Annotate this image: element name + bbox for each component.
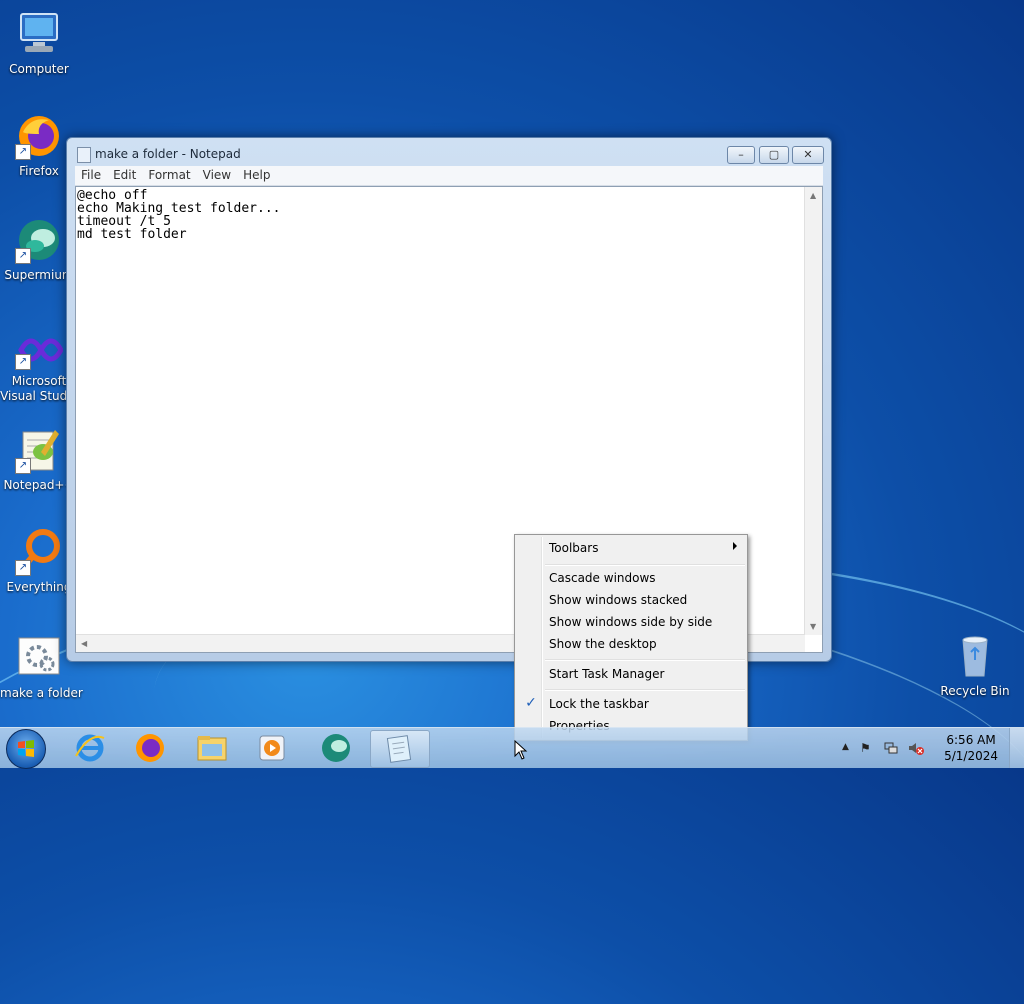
checkmark-icon: ✓ <box>525 695 537 711</box>
desktop-icon-computer[interactable]: Computer <box>0 10 78 77</box>
start-button[interactable] <box>6 729 46 769</box>
system-tray: ▲ ⚑ 6:56 AM 5/1/2024 <box>834 728 1024 768</box>
menu-item-label: Cascade windows <box>549 571 656 585</box>
shortcut-arrow-icon: ↗ <box>15 354 31 370</box>
menu-item-show-windows-side-by-side[interactable]: Show windows side by side <box>517 611 745 633</box>
everything-icon: ↗ <box>15 528 63 576</box>
taskbar-firefox[interactable] <box>122 730 178 766</box>
visual-studio-icon: ↗ <box>15 330 64 370</box>
menu-item-label: Show windows stacked <box>549 593 688 607</box>
minimize-button[interactable]: – <box>727 146 755 164</box>
menu-item-cascade-windows[interactable]: Cascade windows <box>517 567 745 589</box>
action-center-flag-icon[interactable]: ⚑ <box>860 741 874 755</box>
firefox-icon <box>136 734 164 762</box>
scroll-up-icon[interactable]: ▲ <box>810 191 816 200</box>
submenu-arrow-icon <box>733 542 737 550</box>
media-player-icon <box>259 735 285 761</box>
network-icon[interactable] <box>884 741 898 755</box>
clock-date: 5/1/2024 <box>944 749 998 763</box>
show-desktop-button[interactable] <box>1009 728 1024 768</box>
taskbar-supermium[interactable] <box>308 730 364 766</box>
menu-item-toolbars[interactable]: Toolbars <box>517 537 745 559</box>
scroll-left-icon[interactable]: ◀ <box>81 639 87 648</box>
taskbar-context-menu: Toolbars Cascade windows Show windows st… <box>514 534 748 741</box>
taskbar-file-explorer[interactable] <box>184 730 240 766</box>
desktop-icon-recycle-bin[interactable]: Recycle Bin <box>936 632 1014 699</box>
shortcut-arrow-icon: ↗ <box>15 458 31 474</box>
desktop-icon-label: Computer <box>9 62 69 76</box>
scroll-down-icon[interactable]: ▼ <box>810 622 816 631</box>
taskbar-notepad[interactable] <box>370 730 430 768</box>
menu-item-label: Lock the taskbar <box>549 697 649 711</box>
maximize-button[interactable]: ▢ <box>759 146 789 164</box>
computer-icon <box>15 10 63 58</box>
shortcut-arrow-icon: ↗ <box>15 144 31 160</box>
taskbar-media-player[interactable] <box>244 730 300 766</box>
title-bar[interactable]: make a folder - Notepad – ▢ ✕ <box>67 138 831 166</box>
menu-item-label: Start Task Manager <box>549 667 665 681</box>
menu-separator <box>545 659 745 661</box>
menu-file[interactable]: File <box>75 166 107 185</box>
close-button[interactable]: ✕ <box>792 146 824 164</box>
menu-format[interactable]: Format <box>142 166 196 185</box>
shortcut-arrow-icon: ↗ <box>15 248 31 264</box>
supermium-icon <box>322 734 350 762</box>
show-hidden-icons-icon[interactable]: ▲ <box>842 742 856 756</box>
notepad-icon <box>77 147 91 163</box>
desktop-icon-label: make a folder <box>0 686 83 700</box>
recycle-bin-icon <box>951 632 999 680</box>
windows-logo-icon <box>18 740 34 757</box>
menu-item-show-the-desktop[interactable]: Show the desktop <box>517 633 745 655</box>
menu-separator <box>545 689 745 691</box>
menu-item-lock-the-taskbar[interactable]: ✓ Lock the taskbar <box>517 693 745 715</box>
window-title: make a folder - Notepad <box>95 147 241 161</box>
notepadpp-icon: ↗ <box>15 426 63 474</box>
taskbar[interactable]: ▲ ⚑ 6:56 AM 5/1/2024 <box>0 727 1024 769</box>
menu-item-label: Toolbars <box>549 541 599 555</box>
internet-explorer-icon <box>75 734 105 762</box>
menu-item-show-windows-stacked[interactable]: Show windows stacked <box>517 589 745 611</box>
taskbar-internet-explorer[interactable] <box>62 730 118 766</box>
batch-file-icon <box>15 634 63 682</box>
supermium-icon: ↗ <box>15 216 63 264</box>
firefox-icon: ↗ <box>15 112 63 160</box>
desktop-icon-label: Recycle Bin <box>940 684 1010 698</box>
shortcut-arrow-icon: ↗ <box>15 560 31 576</box>
menu-help[interactable]: Help <box>237 166 276 185</box>
menu-edit[interactable]: Edit <box>107 166 142 185</box>
clock-time: 6:56 AM <box>946 733 996 747</box>
file-explorer-icon <box>197 736 227 761</box>
menu-item-start-task-manager[interactable]: Start Task Manager <box>517 663 745 685</box>
menu-view[interactable]: View <box>197 166 237 185</box>
menu-item-label: Show the desktop <box>549 637 657 651</box>
clock[interactable]: 6:56 AM 5/1/2024 <box>944 732 998 764</box>
menu-separator <box>545 564 745 566</box>
volume-muted-icon[interactable] <box>908 741 924 755</box>
menu-bar: File Edit Format View Help <box>75 166 823 186</box>
mouse-cursor-icon <box>514 740 528 760</box>
notepad-icon <box>386 735 412 763</box>
vertical-scrollbar[interactable]: ▲ ▼ <box>804 187 822 635</box>
menu-item-label: Show windows side by side <box>549 615 713 629</box>
